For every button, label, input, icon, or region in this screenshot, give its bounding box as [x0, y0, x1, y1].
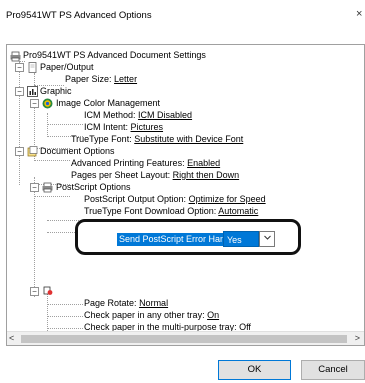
icm-method-label: ICM Method: [84, 110, 136, 120]
chevron-down-icon[interactable] [259, 231, 275, 247]
tree-item-paper-size[interactable]: Paper Size: Letter [65, 73, 137, 86]
paper-icon [27, 62, 38, 73]
document-options-label: Document Options [40, 146, 115, 156]
advanced-printing-value[interactable]: Enabled [187, 158, 220, 168]
truetype-font-label: TrueType Font: [71, 134, 132, 144]
icm-intent-label: ICM Intent: [84, 122, 129, 132]
scroll-thumb[interactable] [21, 335, 347, 343]
collapse-toggle-icm[interactable]: − [30, 99, 39, 108]
icm-method-value[interactable]: ICM Disabled [138, 110, 192, 120]
truetype-font-value[interactable]: Substitute with Device Font [134, 134, 243, 144]
pages-per-sheet-label: Pages per Sheet Layout: [71, 170, 171, 180]
truetype-download-value[interactable]: Automatic [218, 206, 258, 216]
scroll-left-icon[interactable]: < [9, 333, 14, 343]
postscript-output-value[interactable]: Optimize for Speed [189, 194, 266, 204]
title-bar: Pro9541WT PS Advanced Options × [0, 0, 365, 30]
icm-label: Image Color Management [56, 98, 161, 108]
truetype-download-label: TrueType Font Download Option: [84, 206, 217, 216]
error-handler-select[interactable]: Yes [223, 231, 275, 247]
page-rotate-label: Page Rotate: [84, 298, 137, 308]
postscript-options-label: PostScript Options [56, 182, 131, 192]
pages-per-sheet-value[interactable]: Right then Down [173, 170, 240, 180]
scroll-right-icon[interactable]: > [355, 333, 360, 343]
advanced-printing-label: Advanced Printing Features: [71, 158, 185, 168]
collapse-toggle-document-options[interactable]: − [15, 147, 24, 156]
postscript-output-label: PostScript Output Option: [84, 194, 187, 204]
close-icon[interactable]: × [356, 8, 362, 20]
graphic-icon [27, 86, 38, 97]
any-tray-label: Check paper in any other tray: [84, 310, 205, 320]
page-rotate-value[interactable]: Normal [139, 298, 168, 308]
collapse-toggle-paper-output[interactable]: − [15, 63, 24, 72]
paper-output-label: Paper/Output [40, 62, 94, 72]
postscript-printer-icon [42, 182, 53, 193]
document-options-icon [27, 146, 38, 157]
tree-root-label: Pro9541WT PS Advanced Document Settings [23, 50, 206, 60]
paper-size-label: Paper Size: [65, 74, 112, 84]
printer-icon [10, 51, 21, 62]
cancel-button[interactable]: Cancel [301, 360, 365, 380]
tree-item-truetype-download[interactable]: TrueType Font Download Option: Automatic [84, 205, 258, 218]
collapse-toggle-printer-features[interactable]: − [30, 287, 39, 296]
graphic-label: Graphic [40, 86, 72, 96]
window-title: Pro9541WT PS Advanced Options [6, 10, 152, 21]
any-tray-value[interactable]: On [207, 310, 219, 320]
error-handler-value[interactable]: Yes [223, 231, 259, 247]
paper-size-value[interactable]: Letter [114, 74, 137, 84]
ok-button[interactable]: OK [218, 360, 291, 380]
color-wheel-icon [42, 98, 53, 109]
collapse-toggle-postscript[interactable]: − [30, 183, 39, 192]
printer-features-icon [42, 285, 53, 296]
horizontal-scrollbar[interactable]: < > [7, 331, 364, 345]
icm-intent-value[interactable]: Pictures [131, 122, 164, 132]
collapse-toggle-graphic[interactable]: − [15, 87, 24, 96]
settings-tree[interactable]: Pro9541WT PS Advanced Document Settings … [6, 44, 365, 346]
